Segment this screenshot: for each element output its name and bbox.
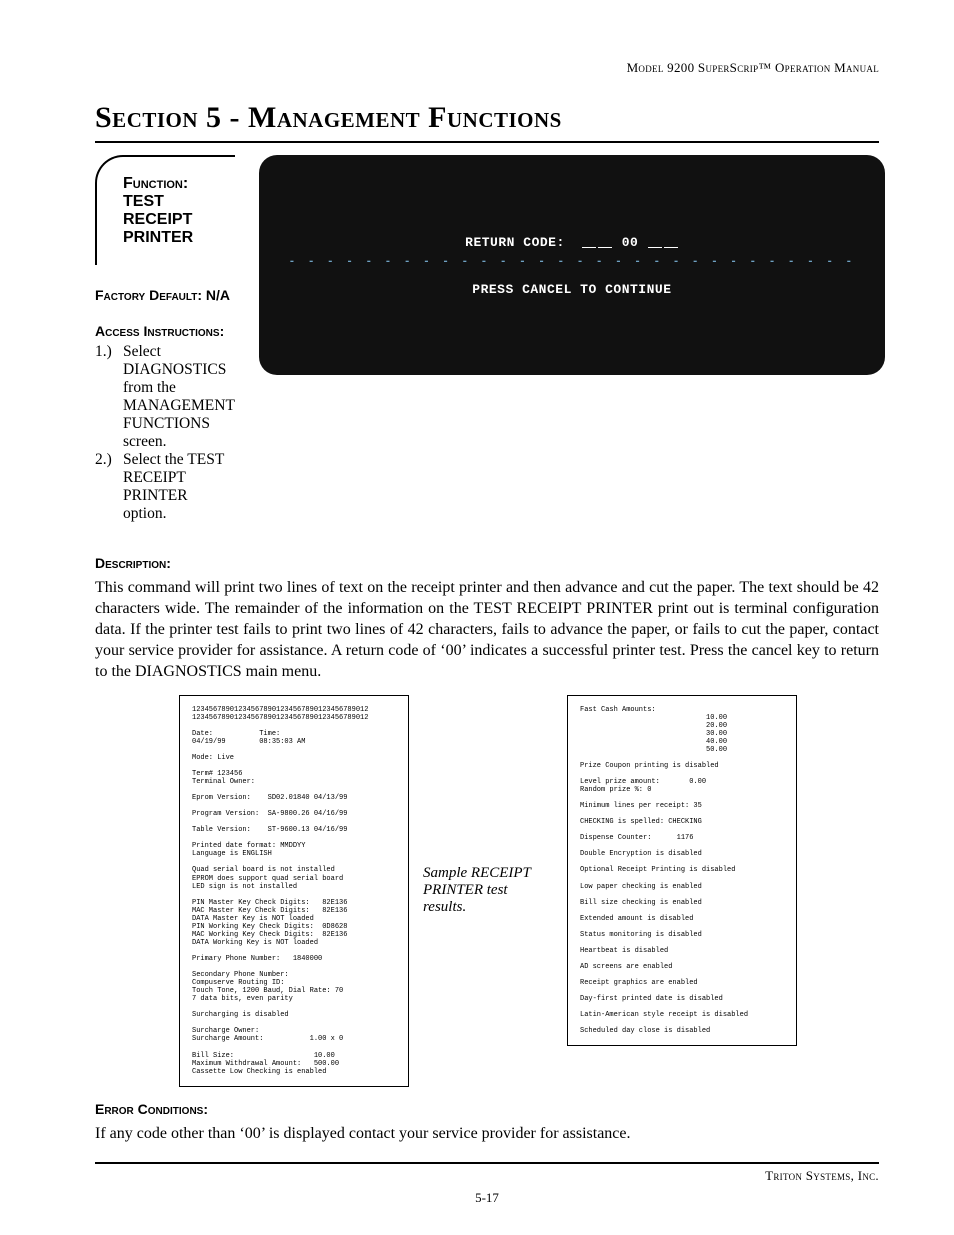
title-rule (95, 141, 879, 143)
step-text: Select the TEST RECEIPT PRINTER option. (123, 451, 235, 523)
error-conditions-text: If any code other than ‘00’ is displayed… (95, 1123, 879, 1144)
section-title: Section 5 - Management Functions (95, 101, 879, 135)
footer-company: Triton Systems, Inc. (95, 1168, 879, 1184)
access-instructions-list: 1.) Select DIAGNOSTICS from the MANAGEME… (95, 343, 235, 523)
function-label-prefix: Function: (123, 175, 188, 192)
press-cancel-text: PRESS CANCEL TO CONTINUE (289, 282, 855, 297)
divider-dots: - - - - - - - - - - - - - - - - - - - - … (289, 256, 855, 268)
return-code-value: 00 (622, 235, 639, 250)
return-code-label: RETURN CODE: (465, 235, 565, 250)
return-code-row: RETURN CODE: 00 (289, 235, 855, 250)
step-number: 2.) (95, 451, 123, 523)
error-conditions-label: Error Conditions: (95, 1101, 879, 1117)
sample-caption: Sample RECEIPT PRINTER test results. (423, 865, 553, 916)
page-number: 5-17 (95, 1190, 879, 1206)
description-text: This command will print two lines of tex… (95, 577, 879, 683)
terminal-screen: RETURN CODE: 00 - - - - - - - - - - - - … (259, 155, 885, 375)
factory-default-label: Factory Default: (95, 287, 206, 303)
sample-receipts-row: 1234567890123456789012345678901234567890… (95, 695, 879, 1087)
description-label: Description: (95, 555, 879, 571)
receipt-right: Fast Cash Amounts: 10.00 20.00 30.00 40.… (567, 695, 797, 1047)
access-instructions-label: Access Instructions: (95, 323, 235, 339)
running-head: Model 9200 SuperScrip™ Operation Manual (95, 60, 879, 76)
receipt-left: 1234567890123456789012345678901234567890… (179, 695, 409, 1087)
function-label-value: TEST RECEIPT PRINTER (123, 193, 193, 246)
footer-rule (95, 1162, 879, 1164)
function-box: Function: TEST RECEIPT PRINTER (95, 155, 235, 265)
step-text: Select DIAGNOSTICS from the MANAGEMENT F… (123, 343, 235, 451)
factory-default-value: N/A (206, 287, 230, 303)
step-number: 1.) (95, 343, 123, 451)
